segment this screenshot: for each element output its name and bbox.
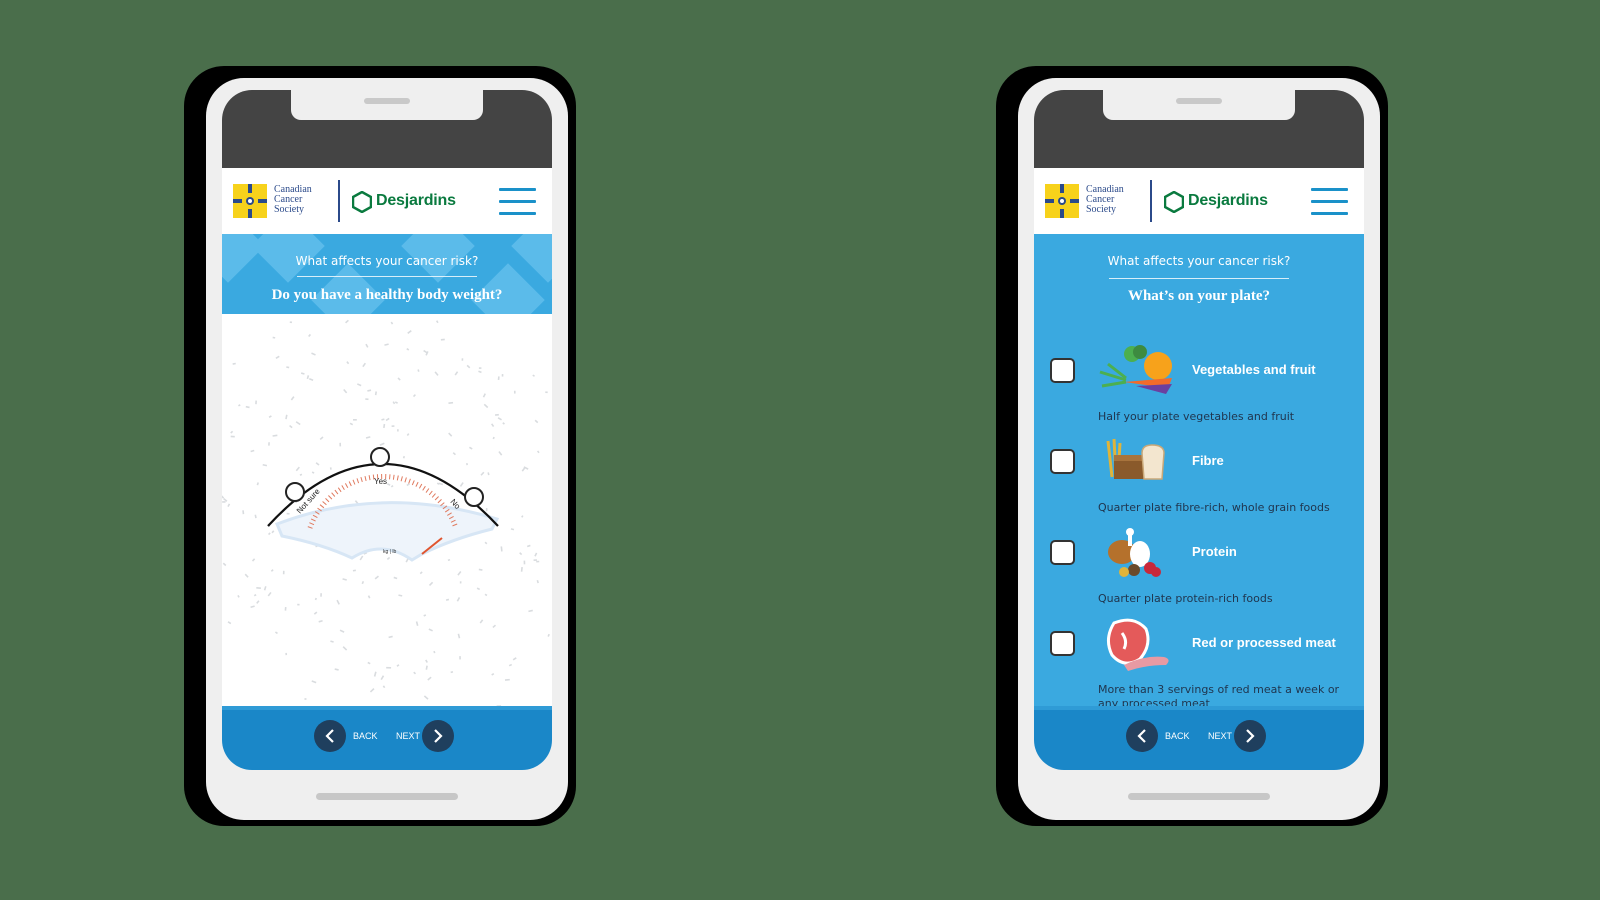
protein-description: Quarter plate protein-rich foods	[1098, 592, 1273, 605]
notch	[1103, 90, 1295, 120]
left-phone: Canadian Cancer Society Desjardins What …	[206, 78, 568, 820]
option-yes-label: Yes	[374, 477, 387, 486]
next-label: NEXT	[1208, 731, 1233, 741]
question-subtitle: What affects your cancer risk?	[1107, 254, 1291, 268]
nav-footer: BACK NEXT	[1034, 706, 1364, 770]
question-banner: What affects your cancer risk? Do you ha…	[222, 234, 552, 314]
next-label: NEXT	[396, 731, 421, 741]
status-bar	[222, 90, 552, 168]
daffodil-logo-icon	[1045, 184, 1079, 218]
banner-title: Do you have a healthy body weight?	[271, 287, 503, 303]
back-label: BACK	[1165, 731, 1190, 741]
protein-icon	[1108, 528, 1161, 577]
desjardins-hexagon-icon	[1164, 191, 1184, 213]
nav-footer: BACK NEXT	[222, 706, 552, 770]
plate-question: What affects your cancer risk? What’s on…	[1034, 234, 1364, 710]
option-not-sure-handle[interactable]	[285, 482, 305, 502]
bread-icon	[1106, 438, 1165, 480]
home-indicator	[316, 793, 458, 800]
desjardins-hexagon-icon	[352, 191, 372, 213]
back-button[interactable]	[314, 720, 346, 752]
notch	[291, 90, 483, 120]
home-indicator	[1128, 793, 1270, 800]
unit-label: kg | lb	[383, 549, 396, 555]
weight-dial: kg | lb Not sure Yes No	[267, 447, 500, 562]
fibre-checkbox[interactable]	[1050, 449, 1075, 474]
status-bar	[1034, 90, 1364, 168]
right-phone-screen: Canadian Cancer Society Desjardins What …	[1034, 90, 1364, 770]
hamburger-menu-button[interactable]	[1311, 188, 1348, 215]
option-yes-handle[interactable]	[370, 447, 390, 467]
vegetables-label: Vegetables and fruit	[1192, 362, 1316, 377]
vegetables-checkbox[interactable]	[1050, 358, 1075, 383]
chevron-left-icon	[1137, 729, 1146, 743]
protein-checkbox[interactable]	[1050, 540, 1075, 565]
red-meat-checkbox[interactable]	[1050, 631, 1075, 656]
next-button[interactable]	[1234, 720, 1266, 752]
desjardins-wordmark: Desjardins	[376, 192, 456, 209]
logo-divider	[338, 180, 340, 222]
left-phone-screen: Canadian Cancer Society Desjardins What …	[222, 90, 552, 770]
chevron-right-icon	[1246, 729, 1255, 743]
vegetables-icon	[1099, 345, 1172, 394]
list-item: Vegetables and fruit Half your plate veg…	[1034, 345, 1364, 440]
hamburger-menu-button[interactable]	[499, 188, 536, 215]
question-title: What’s on your plate?	[1127, 288, 1271, 304]
option-no-handle[interactable]	[464, 487, 484, 507]
chevron-right-icon	[434, 729, 443, 743]
chevron-left-icon	[325, 729, 334, 743]
next-button[interactable]	[422, 720, 454, 752]
banner-divider	[297, 276, 477, 277]
ccs-wordmark: Canadian Cancer Society	[1086, 184, 1124, 215]
list-item: Fibre Quarter plate fibre-rich, whole gr…	[1034, 438, 1364, 531]
scale-area: kg | lb Not sure Yes No	[222, 314, 552, 710]
desjardins-wordmark: Desjardins	[1188, 192, 1268, 209]
back-button[interactable]	[1126, 720, 1158, 752]
app-header: Canadian Cancer Society Desjardins	[222, 168, 552, 234]
app-header: Canadian Cancer Society Desjardins	[1034, 168, 1364, 234]
fibre-label: Fibre	[1192, 453, 1224, 468]
daffodil-logo-icon	[233, 184, 267, 218]
red-meat-label: Red or processed meat	[1192, 635, 1336, 650]
right-phone: Canadian Cancer Society Desjardins What …	[1018, 78, 1380, 820]
question-divider	[1109, 278, 1289, 279]
fibre-description: Quarter plate fibre-rich, whole grain fo…	[1098, 501, 1330, 514]
list-item: Protein Quarter plate protein-rich foods	[1034, 528, 1364, 622]
meat-icon	[1107, 618, 1169, 671]
vegetables-description: Half your plate vegetables and fruit	[1098, 410, 1295, 423]
back-label: BACK	[353, 731, 378, 741]
banner-subtitle: What affects your cancer risk?	[295, 254, 479, 268]
protein-label: Protein	[1192, 544, 1237, 559]
speaker	[1176, 98, 1222, 104]
logo-divider	[1150, 180, 1152, 222]
list-item: Red or processed meat More than 3 servin…	[1034, 618, 1364, 713]
ccs-wordmark: Canadian Cancer Society	[274, 184, 312, 215]
speaker	[364, 98, 410, 104]
